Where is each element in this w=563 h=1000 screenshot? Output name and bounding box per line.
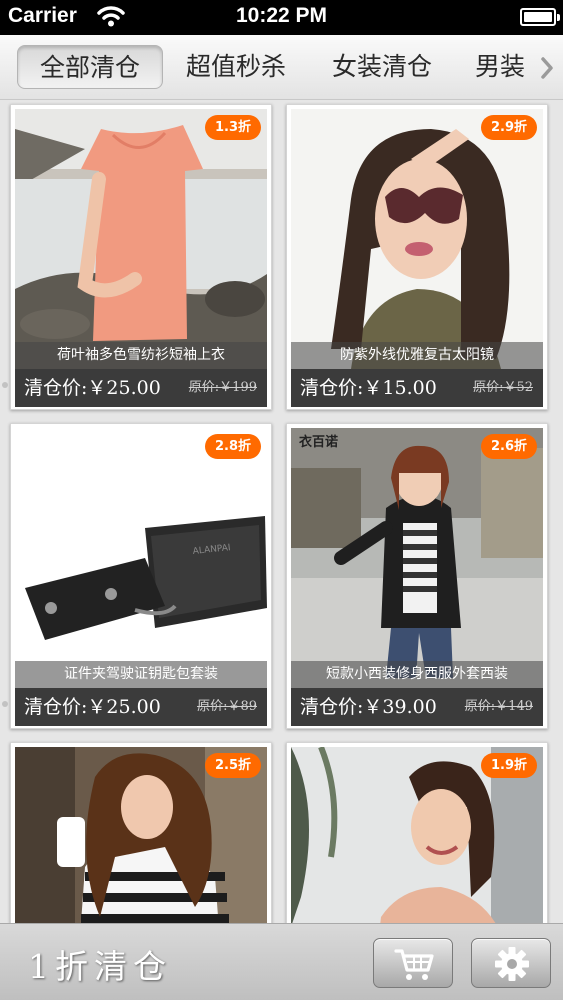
product-card[interactable]: 2.5折 — [10, 742, 272, 923]
battery-icon — [520, 8, 560, 26]
discount-badge: 2.8折 — [204, 434, 261, 459]
cart-button[interactable] — [373, 938, 453, 988]
product-photo: ALANPAI — [15, 428, 267, 688]
original-price: 原价:￥149 — [464, 699, 533, 714]
product-title: 短款小西装修身西服外套西装 — [291, 661, 543, 688]
gear-icon — [495, 947, 529, 981]
bottom-toolbar: 1折清仓 — [0, 923, 563, 1000]
scroll-indicator-dot — [2, 382, 8, 388]
scroll-indicator-dot — [2, 701, 8, 707]
product-title: 荷叶袖多色雪纺衫短袖上衣 — [15, 342, 267, 369]
shopping-cart-icon — [394, 949, 434, 980]
original-price: 原价:￥52 — [473, 380, 533, 395]
price-bar: 清仓价:￥25.00 原价:￥199 — [15, 369, 267, 407]
product-photo — [291, 109, 543, 369]
product-card[interactable]: 衣百诺 2.6折 短款小西装修身西服外套西装 清仓价:￥39.00 原价:￥14… — [286, 423, 548, 729]
price-bar: 清仓价:￥39.00 原价:￥149 — [291, 688, 543, 726]
app-logo-text: 1折清仓 — [28, 947, 172, 986]
clearance-price: 清仓价:￥25.00 — [24, 377, 161, 399]
chevron-right-icon[interactable] — [538, 55, 556, 81]
tab-womens-clearance[interactable]: 女装清仓 — [318, 45, 446, 89]
price-bar: 清仓价:￥15.00 原价:￥52 — [291, 369, 543, 407]
product-card[interactable]: ALANPAI 2.8折 证件夹驾驶证钥匙包套装 清仓价:￥25.00 原价:￥… — [10, 423, 272, 729]
tab-all-clearance[interactable]: 全部清仓 — [17, 45, 163, 89]
tab-mens[interactable]: 男装 — [464, 45, 536, 89]
product-card[interactable]: 1.9折 — [286, 742, 548, 923]
photo-brand-label: 衣百诺 — [299, 434, 338, 450]
price-bar: 清仓价:￥25.00 原价:￥89 — [15, 688, 267, 726]
discount-badge: 2.6折 — [480, 434, 537, 459]
product-title: 证件夹驾驶证钥匙包套装 — [15, 661, 267, 688]
product-grid: 1.3折 荷叶袖多色雪纺衫短袖上衣 清仓价:￥25.00 原价:￥199 2.9… — [0, 100, 563, 923]
clearance-price: 清仓价:￥25.00 — [24, 696, 161, 718]
product-card[interactable]: 1.3折 荷叶袖多色雪纺衫短袖上衣 清仓价:￥25.00 原价:￥199 — [10, 104, 272, 410]
discount-badge: 1.9折 — [480, 753, 537, 778]
discount-badge: 2.9折 — [480, 115, 537, 140]
product-photo — [15, 109, 267, 369]
original-price: 原价:￥199 — [188, 380, 257, 395]
discount-badge: 1.3折 — [204, 115, 261, 140]
clearance-price: 清仓价:￥39.00 — [300, 696, 437, 718]
product-card[interactable]: 2.9折 防紫外线优雅复古太阳镜 清仓价:￥15.00 原价:￥52 — [286, 104, 548, 410]
category-tab-bar: 全部清仓 超值秒杀 女装清仓 男装 — [0, 35, 563, 100]
clock: 10:22 PM — [235, 4, 328, 27]
product-photo: 衣百诺 — [291, 428, 543, 688]
clearance-price: 清仓价:￥15.00 — [300, 377, 437, 399]
product-title: 防紫外线优雅复古太阳镜 — [291, 342, 543, 369]
original-price: 原价:￥89 — [197, 699, 257, 714]
settings-button[interactable] — [471, 938, 551, 988]
status-bar: Carrier 10:22 PM — [0, 0, 563, 35]
discount-badge: 2.5折 — [204, 753, 261, 778]
tab-flash-sale[interactable]: 超值秒杀 — [172, 45, 300, 89]
